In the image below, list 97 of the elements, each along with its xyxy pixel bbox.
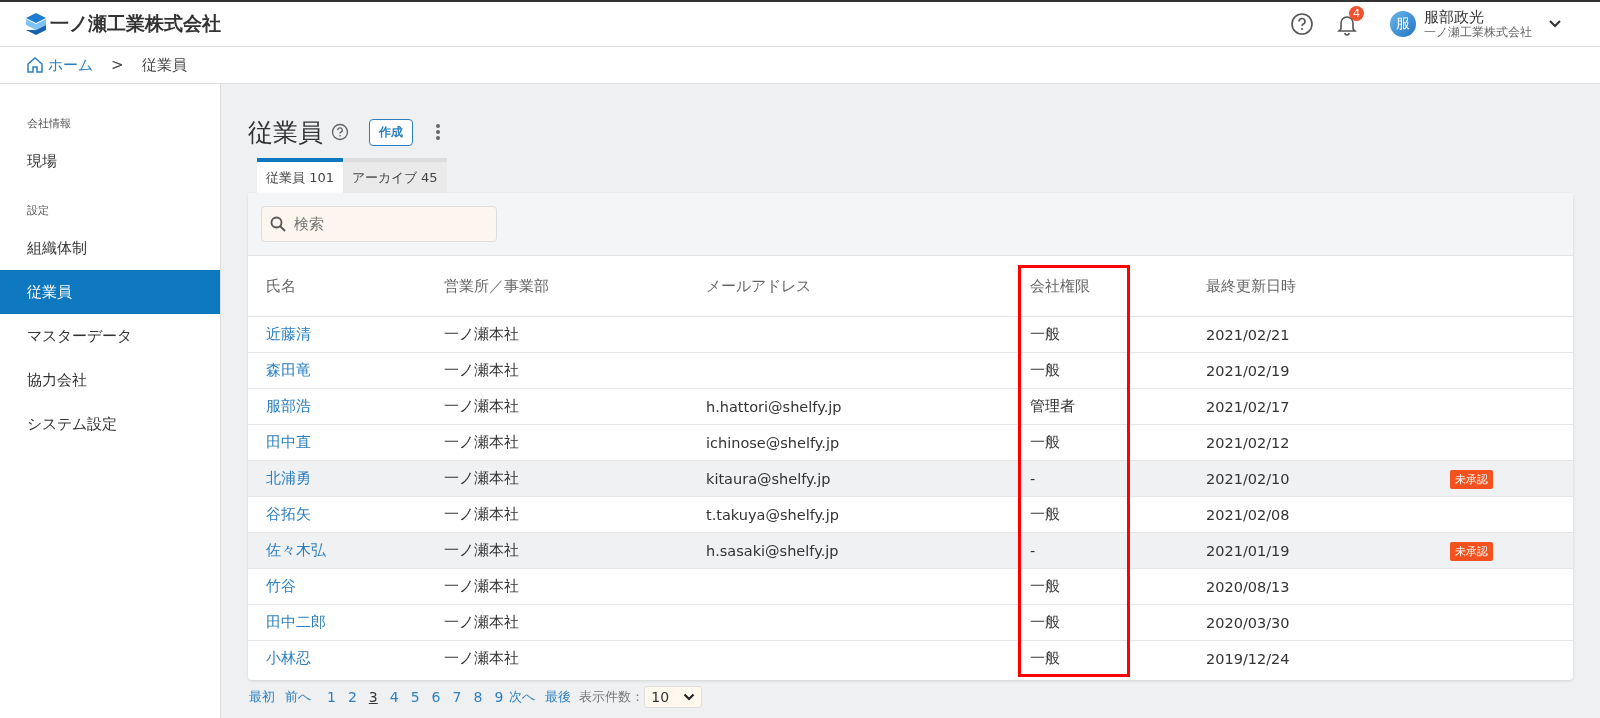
table-cell-text: 一般 xyxy=(1030,433,1061,452)
employee-name-link[interactable]: 服部浩 xyxy=(266,398,311,414)
column-header: メールアドレス xyxy=(706,277,811,294)
search-field[interactable]: 検索 xyxy=(261,206,497,242)
sidebar-item[interactable]: 組織体制 xyxy=(0,226,220,270)
sidebar-item[interactable]: 現場 xyxy=(0,139,220,183)
page-link[interactable]: 2 xyxy=(347,689,357,705)
employee-name-link[interactable]: 竹谷 xyxy=(266,578,296,594)
employee-name-link[interactable]: 近藤清 xyxy=(266,326,311,342)
table-cell-text: 一ノ瀬本社 xyxy=(444,541,520,560)
column-header: 氏名 xyxy=(266,277,296,294)
table-cell: ichinose@shelfy.jp xyxy=(706,434,840,451)
table-cell-text: 2019/12/24 xyxy=(1206,650,1291,667)
table-cell-text: 一ノ瀬本社 xyxy=(444,505,520,524)
table-cell-text: 2021/02/10 xyxy=(1206,470,1291,487)
table-cell-text: 一ノ瀬本社 xyxy=(444,397,520,416)
employee-name-link[interactable]: 小林忍 xyxy=(266,650,311,666)
page-link[interactable]: 3 xyxy=(368,689,378,705)
table-cell-text: 一ノ瀬本社 xyxy=(444,469,520,488)
table-cell: h.sasaki@shelfy.jp xyxy=(706,542,839,559)
table-cell-text: 一般 xyxy=(1030,505,1061,524)
search-icon xyxy=(270,216,286,232)
employee-name-link[interactable]: 森田竜 xyxy=(266,362,311,378)
table-cell-text: 2021/01/19 xyxy=(1206,542,1291,559)
tab[interactable]: アーカイブ 45 xyxy=(342,158,447,193)
per-page-select[interactable]: 10 xyxy=(644,686,703,708)
status-badge: 未承認 xyxy=(1450,542,1493,561)
table-cell-text: 2020/03/30 xyxy=(1206,614,1291,631)
table-cell: t.takuya@shelfy.jp xyxy=(706,506,839,523)
sidebar-item[interactable]: マスターデータ xyxy=(0,314,220,358)
notification-badge: 4 xyxy=(1349,6,1364,21)
table-cell-text: 一ノ瀬本社 xyxy=(444,361,520,380)
table-cell-text: 2021/02/08 xyxy=(1206,506,1291,523)
tab[interactable]: 従業員 101 xyxy=(257,158,343,193)
breadcrumb-separator: > xyxy=(111,56,124,74)
status-badge: 未承認 xyxy=(1450,470,1493,489)
employee-name-link[interactable]: 田中二郎 xyxy=(266,614,326,630)
home-link[interactable]: ホーム xyxy=(26,55,93,75)
table-cell-text: 2021/02/17 xyxy=(1206,398,1291,415)
table-cell-text: 一ノ瀬本社 xyxy=(444,649,520,668)
sidebar-item[interactable]: システム設定 xyxy=(0,402,220,446)
table-cell-text: - xyxy=(1030,542,1037,559)
sidebar-heading: 会社情報 xyxy=(26,116,72,132)
sidebar-heading: 設定 xyxy=(26,203,50,219)
previous-page-link[interactable]: 前へ xyxy=(285,688,311,706)
create-button[interactable]: 作成 xyxy=(369,118,413,146)
page-link[interactable]: 7 xyxy=(452,689,462,705)
page-link[interactable]: 6 xyxy=(431,689,441,705)
table-cell-text: 一般 xyxy=(1030,649,1061,668)
last-page-link[interactable]: 最後 xyxy=(545,688,572,706)
column-header: 最終更新日時 xyxy=(1206,277,1296,294)
employee-name-link[interactable]: 佐々木弘 xyxy=(266,542,326,558)
table-cell-text: 一ノ瀬本社 xyxy=(444,577,520,596)
company-name: 一ノ瀬工業株式会社 xyxy=(50,11,221,36)
table-cell-text: 一般 xyxy=(1030,577,1061,596)
employee-name-link[interactable]: 北浦勇 xyxy=(266,470,311,486)
chevron-down-icon[interactable] xyxy=(1548,19,1562,29)
employee-name-link[interactable]: 田中直 xyxy=(266,434,311,450)
table-cell-text: 一般 xyxy=(1030,325,1061,344)
table-cell: h.hattori@shelfy.jp xyxy=(706,398,842,415)
page-link[interactable]: 8 xyxy=(473,689,483,705)
page-link[interactable]: 1 xyxy=(327,689,336,705)
table-cell-text: 一般 xyxy=(1030,613,1061,632)
table-cell-text: 2021/02/19 xyxy=(1206,362,1291,379)
help-icon[interactable] xyxy=(331,123,349,141)
home-icon xyxy=(26,56,44,74)
first-page-link[interactable]: 最初 xyxy=(249,688,275,706)
table-cell-text: 管理者 xyxy=(1030,397,1076,416)
sidebar-item[interactable]: 協力会社 xyxy=(0,358,220,402)
table-cell-text: 2020/08/13 xyxy=(1206,578,1291,595)
table-cell-text: 一ノ瀬本社 xyxy=(444,433,520,452)
user-company: 一ノ瀬工業株式会社 xyxy=(1424,25,1532,39)
search-input[interactable]: 検索 xyxy=(292,214,466,234)
page-link[interactable]: 5 xyxy=(410,689,420,705)
table-cell-text: 一ノ瀬本社 xyxy=(444,325,520,344)
sidebar-item[interactable]: 従業員 xyxy=(0,270,220,314)
more-icon[interactable] xyxy=(435,123,441,141)
table-cell-text: 2021/02/21 xyxy=(1206,326,1291,343)
next-page-link[interactable]: 次へ xyxy=(509,688,536,706)
table-cell-text: 2021/02/12 xyxy=(1206,434,1291,451)
page-title: 従業員 xyxy=(248,116,323,149)
page-link[interactable]: 9 xyxy=(494,689,504,705)
table-cell-text: - xyxy=(1030,470,1037,487)
per-page-label: 表示件数： xyxy=(579,688,645,706)
help-icon[interactable] xyxy=(1290,12,1314,36)
column-header: 会社権限 xyxy=(1030,277,1090,294)
table-cell-text: 一ノ瀬本社 xyxy=(444,613,520,632)
chevron-down-icon xyxy=(683,693,696,701)
employee-name-link[interactable]: 谷拓矢 xyxy=(266,506,311,522)
page-link[interactable]: 4 xyxy=(389,689,399,705)
breadcrumb-current: 従業員 xyxy=(141,55,187,75)
table-cell-text: 一般 xyxy=(1030,361,1061,380)
logo-icon xyxy=(26,13,46,35)
table-cell: kitaura@shelfy.jp xyxy=(706,470,831,487)
user-name: 服部政光 xyxy=(1424,9,1484,26)
user-avatar: 服 xyxy=(1390,11,1416,37)
column-header: 営業所／事業部 xyxy=(444,277,549,294)
